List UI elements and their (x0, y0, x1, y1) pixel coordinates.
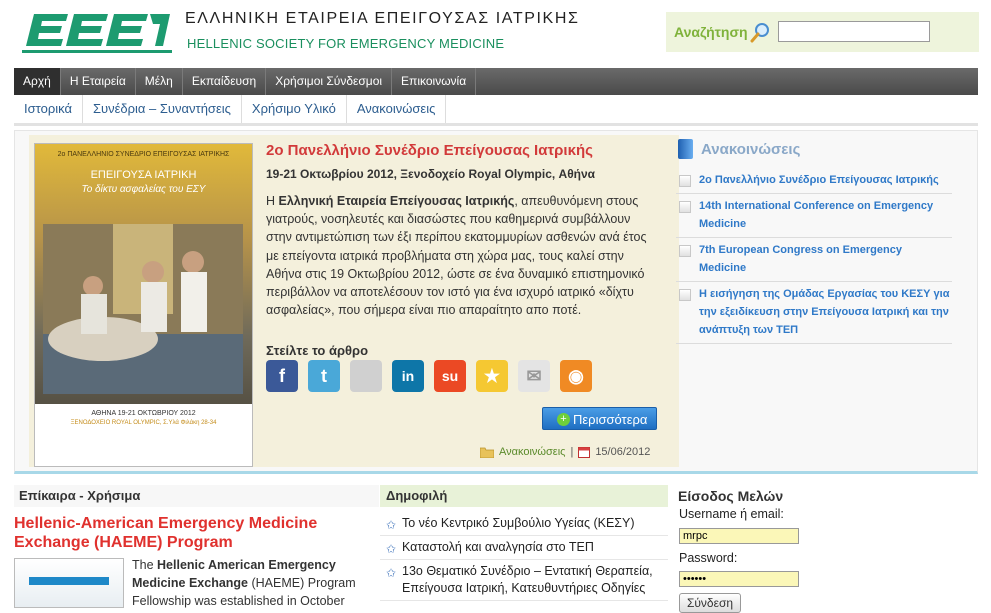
eeei-logo-icon (22, 14, 172, 53)
popular-list: ✩ Το νέο Κεντρικό Συμβούλιο Υγείας (ΚΕΣΥ)… (380, 512, 668, 601)
popular-item[interactable]: ✩ Καταστολή και αναλγησία στο ΤΕΠ (380, 536, 668, 560)
document-icon (679, 289, 691, 301)
document-icon (679, 201, 691, 213)
poster-subtitle: Το δίκτυ ασφαλείας του ΕΣΥ (81, 184, 206, 195)
stumbleupon-icon[interactable]: su (434, 360, 466, 392)
announcements-title: Ανακοινώσεις (701, 140, 801, 158)
star-icon: ✩ (386, 566, 397, 580)
search-label: Αναζήτηση (674, 24, 748, 40)
nav-item-contact[interactable]: Επικοινωνία (392, 68, 477, 95)
more-button-label: Περισσότερα (573, 412, 648, 427)
site-title-greek: ΕΛΛΗΝΙΚΗ ΕΤΑΙΡΕΙΑ ΕΠΕΙΓΟΥΣΑΣ ΙΑΤΡΙΚΗΣ (185, 10, 580, 27)
poster-top-text: 2ο ΠΑΝΕΛΛΗΝΙΟ ΣΥΝΕΔΡΙΟ ΕΠΕΙΓΟΥΣΑΣ ΙΑΤΡΙΚ… (57, 151, 230, 158)
sub-nav: Ιστορικά Συνέδρια – Συναντήσεις Χρήσιμο … (14, 95, 978, 126)
search-input[interactable] (778, 21, 930, 42)
announcement-item[interactable]: Η εισήγηση της Ομάδας Εργασίας του ΚΕΣΥ … (676, 282, 952, 344)
popular-label: Καταστολή και αναλγησία στο ΤΕΠ (402, 540, 594, 554)
featured-date-line: 19-21 Οκτωβρίου 2012, Ξενοδοχείο Royal O… (266, 167, 596, 181)
rss-icon[interactable]: ◉ (560, 360, 592, 392)
news-thumbnail[interactable] (14, 558, 124, 608)
news-text-pre: The (132, 558, 158, 572)
calendar-icon (578, 447, 591, 458)
featured-title-link[interactable]: 2ο Πανελλήνιο Συνέδριο Επείγουσας Ιατρικ… (266, 142, 593, 159)
news-header: Επίκαιρα - Χρήσιμα (14, 485, 379, 507)
nav-item-society[interactable]: Η Εταιρεία (61, 68, 136, 95)
subnav-item-history[interactable]: Ιστορικά (14, 95, 83, 123)
featured-publish-date: 15/06/2012 (595, 446, 651, 458)
announcement-label: 2ο Πανελλήνιο Συνέδριο Επείγουσας Ιατρικ… (699, 174, 939, 186)
magnifier-icon[interactable] (750, 22, 770, 44)
meta-separator: | (570, 446, 574, 458)
document-icon (679, 245, 691, 257)
poster-venue: ΞΕΝΟΔΟΧΕΙΟ ROYAL OLYMPIC, Σ.Υλά Φιλάκη 2… (70, 420, 217, 426)
share-title: Στείλτε το άρθρο (266, 343, 369, 358)
login-submit-button[interactable]: Σύνδεση (679, 593, 741, 613)
popular-item[interactable]: ✩ Το νέο Κεντρικό Συμβούλιο Υγείας (ΚΕΣΥ) (380, 512, 668, 536)
more-button[interactable]: + Περισσότερα (542, 407, 657, 430)
nav-item-members[interactable]: Μέλη (136, 68, 183, 95)
share-icons: f t in su ★ ✉ ◉ (266, 360, 592, 392)
announcement-item[interactable]: 2ο Πανελλήνιο Συνέδριο Επείγουσας Ιατρικ… (676, 168, 952, 194)
popular-label: 13ο Θεματικό Συνέδριο – Εντατική Θεραπεί… (402, 564, 653, 595)
password-label: Password: (679, 551, 738, 565)
featured-category-link[interactable]: Ανακοινώσεις (499, 446, 565, 458)
linkedin-icon[interactable]: in (392, 360, 424, 392)
email-icon[interactable]: ✉ (518, 360, 550, 392)
twitter-icon[interactable]: t (308, 360, 340, 392)
subnav-item-conferences[interactable]: Συνέδρια – Συναντήσεις (83, 95, 242, 123)
featured-body-post: , απευθυνόμενη στους γιατρούς, νοσηλευτέ… (266, 194, 647, 318)
announcement-item[interactable]: 7th European Congress on Emergency Medic… (676, 238, 952, 282)
poster-hospital-scene-image (43, 224, 243, 394)
username-input[interactable] (679, 528, 799, 544)
announcement-label: Η εισήγηση της Ομάδας Εργασίας του ΚΕΣΥ … (699, 288, 950, 336)
nav-item-home[interactable]: Αρχή (14, 68, 61, 95)
poster-title: ΕΠΕΙΓΟΥΣΑ ΙΑΤΡΙΚΗ (90, 169, 197, 181)
plus-icon: + (557, 413, 570, 426)
username-label: Username ή email: (679, 507, 784, 521)
login-header: Είσοδος Μελών (678, 488, 784, 504)
conference-poster[interactable]: 2ο ΠΑΝΕΛΛΗΝΙΟ ΣΥΝΕΔΡΙΟ ΕΠΕΙΓΟΥΣΑΣ ΙΑΤΡΙΚ… (34, 143, 253, 467)
subnav-item-material[interactable]: Χρήσιμο Υλικό (242, 95, 347, 123)
nav-item-links[interactable]: Χρήσιμοι Σύνδεσμοι (266, 68, 393, 95)
search-box: Αναζήτηση (666, 12, 979, 52)
book-icon (678, 139, 693, 159)
announcement-label: 14th International Conference on Emergen… (699, 200, 934, 230)
news-text: The Hellenic American Emergency Medicine… (132, 556, 372, 610)
subnav-item-announcements[interactable]: Ανακοινώσεις (347, 95, 447, 123)
announcements-header: Ανακοινώσεις (678, 139, 800, 159)
featured-body-pre: Η (266, 194, 279, 208)
document-icon (679, 175, 691, 187)
announcement-item[interactable]: 14th International Conference on Emergen… (676, 194, 952, 238)
featured-body: Η Ελληνική Εταιρεία Επείγουσας Ιατρικής,… (266, 192, 656, 319)
popular-item[interactable]: ✩ 13ο Θεματικό Συνέδριο – Εντατική Θεραπε… (380, 560, 668, 601)
star-icon: ✩ (386, 542, 397, 556)
site-logo[interactable] (22, 12, 172, 56)
nav-item-education[interactable]: Εκπαίδευση (183, 68, 267, 95)
poster-date: ΑΘΗΝΑ 19-21 ΟΚΤΩΒΡΙΟΥ 2012 (91, 410, 196, 417)
poster-footer: ΑΘΗΝΑ 19-21 ΟΚΤΩΒΡΙΟΥ 2012 ΞΕΝΟΔΟΧΕΙΟ RO… (35, 404, 252, 466)
folder-icon (480, 447, 494, 458)
thumbnail-bar (29, 577, 109, 585)
main-nav: Αρχή Η Εταιρεία Μέλη Εκπαίδευση Χρήσιμοι… (14, 68, 978, 95)
facebook-icon[interactable]: f (266, 360, 298, 392)
popular-header: Δημοφιλή (380, 485, 668, 507)
star-icon: ✩ (386, 518, 397, 532)
news-title-link[interactable]: Hellenic-American Emergency Medicine Exc… (14, 514, 369, 552)
favorite-icon[interactable]: ★ (476, 360, 508, 392)
site-title-english: HELLENIC SOCIETY FOR EMERGENCY MEDICINE (187, 36, 505, 51)
delicious-icon[interactable] (350, 360, 382, 392)
featured-meta: Ανακοινώσεις | 15/06/2012 (480, 446, 650, 458)
password-input[interactable] (679, 571, 799, 587)
popular-label: Το νέο Κεντρικό Συμβούλιο Υγείας (ΚΕΣΥ) (402, 516, 635, 530)
announcement-label: 7th European Congress on Emergency Medic… (699, 244, 902, 274)
announcements-list: 2ο Πανελλήνιο Συνέδριο Επείγουσας Ιατρικ… (676, 168, 952, 344)
featured-body-bold: Ελληνική Εταιρεία Επείγουσας Ιατρικής (278, 194, 515, 208)
